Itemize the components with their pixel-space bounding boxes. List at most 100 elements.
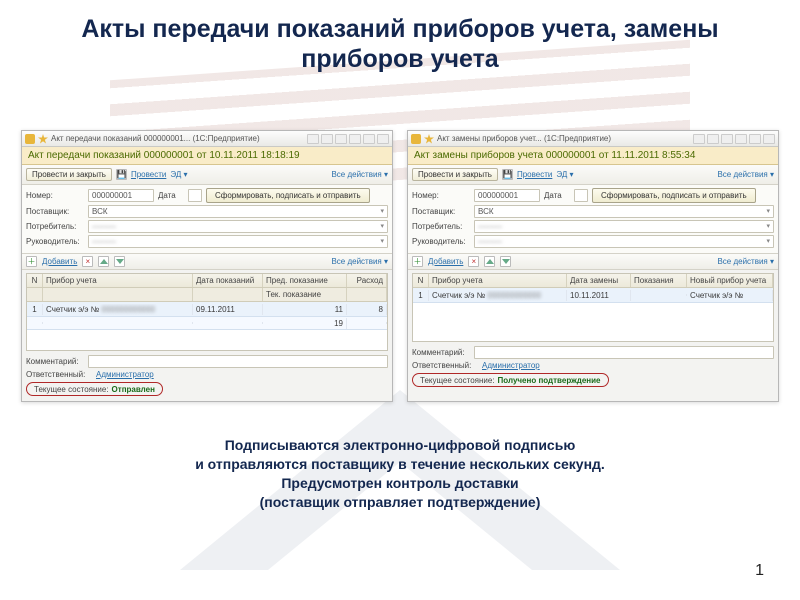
process-and-close-button[interactable]: Провести и закрыть	[412, 168, 498, 181]
grid-toolbar: ＋ Добавить × Все действия ▾	[22, 253, 392, 270]
manager-field[interactable]: ———	[88, 235, 388, 248]
process-and-close-button[interactable]: Провести и закрыть	[26, 168, 112, 181]
manager-field[interactable]: ———	[474, 235, 774, 248]
win-close-icon[interactable]	[377, 134, 389, 144]
responsible-link[interactable]: Администратор	[482, 361, 540, 370]
delete-row-icon[interactable]: ×	[468, 256, 479, 267]
cell-readings	[631, 294, 687, 296]
label-number: Номер:	[412, 191, 470, 200]
label-responsible: Ответственный:	[412, 361, 478, 370]
supplier-field[interactable]: ВСК	[474, 205, 774, 218]
status-badge: Текущее состояние: Отправлен	[26, 382, 163, 396]
col-readings: Показания	[631, 274, 687, 287]
col-new-device: Новый прибор учета	[687, 274, 773, 287]
consumer-field[interactable]: ———	[474, 220, 774, 233]
process-link[interactable]: Провести	[131, 170, 166, 179]
label-consumer: Потребитель:	[412, 222, 470, 231]
move-up-icon[interactable]	[98, 256, 109, 267]
window-title: Акт передачи показаний 000000001... (1С:…	[51, 134, 304, 143]
nav-back-icon[interactable]	[25, 134, 35, 144]
label-responsible: Ответственный:	[26, 370, 92, 379]
save-icon[interactable]: 💾	[116, 169, 127, 180]
grid-all-actions[interactable]: Все действия ▾	[331, 257, 388, 266]
grid-toolbar: ＋ Добавить × Все действия ▾	[408, 253, 778, 270]
all-actions-menu[interactable]: Все действия ▾	[331, 170, 388, 179]
replace-grid: N Прибор учета Дата замены Показания Нов…	[412, 273, 774, 342]
win-btn-icon[interactable]	[307, 134, 319, 144]
date-field[interactable]	[574, 189, 588, 202]
form-footer: Комментарий: Ответственный: Администрато…	[408, 342, 778, 392]
col-n: N	[413, 274, 429, 287]
cell-date: 09.11.2011	[193, 304, 263, 315]
delete-row-icon[interactable]: ×	[82, 256, 93, 267]
ed-menu[interactable]: ЭД ▾	[556, 170, 573, 179]
document-title: Акт замены приборов учета 000000001 от 1…	[414, 150, 772, 161]
win-btn-icon[interactable]	[335, 134, 347, 144]
number-field[interactable]: 000000001	[88, 189, 154, 202]
label-supplier: Поставщик:	[412, 207, 470, 216]
add-row-link[interactable]: Добавить	[42, 257, 77, 266]
add-row-link[interactable]: Добавить	[428, 257, 463, 266]
favorite-icon[interactable]	[38, 134, 48, 144]
comment-field[interactable]	[474, 346, 774, 359]
document-header: Акт передачи показаний 000000001 от 10.1…	[22, 147, 392, 165]
win-maximize-icon[interactable]	[363, 134, 375, 144]
win-minimize-icon[interactable]	[735, 134, 747, 144]
col-n: N	[27, 274, 43, 287]
sign-and-send-button[interactable]: Сформировать, подписать и отправить	[206, 188, 370, 203]
cell-cons: 8	[347, 304, 387, 315]
label-date: Дата	[544, 191, 570, 200]
label-consumer: Потребитель:	[26, 222, 84, 231]
titlebar: Акт замены приборов учет... (1С:Предприя…	[408, 131, 778, 147]
ed-menu[interactable]: ЭД ▾	[170, 170, 187, 179]
nav-back-icon[interactable]	[411, 134, 421, 144]
cell-device: Счетчик э/э № 000000000000	[429, 290, 567, 301]
document-header: Акт замены приборов учета 000000001 от 1…	[408, 147, 778, 165]
number-field[interactable]: 000000001	[474, 189, 540, 202]
add-row-icon[interactable]: ＋	[412, 256, 423, 267]
table-row[interactable]: 19	[27, 317, 387, 330]
form-fields: Номер: 000000001 Дата Сформировать, подп…	[408, 185, 778, 253]
process-link[interactable]: Провести	[517, 170, 552, 179]
win-btn-icon[interactable]	[321, 134, 333, 144]
cell-n: 1	[413, 290, 429, 301]
page-number: 1	[755, 562, 764, 580]
table-row[interactable]: 1 Счетчик э/э № 000000000000 10.11.2011 …	[413, 288, 773, 303]
label-manager: Руководитель:	[412, 237, 470, 246]
supplier-field[interactable]: ВСК	[88, 205, 388, 218]
all-actions-menu[interactable]: Все действия ▾	[717, 170, 774, 179]
grid-all-actions[interactable]: Все действия ▾	[717, 257, 774, 266]
col-replace-date: Дата замены	[567, 274, 631, 287]
label-date: Дата	[158, 191, 184, 200]
cell-n: 1	[27, 304, 43, 315]
table-row[interactable]: 1 Счетчик э/э № 000000000000 09.11.2011 …	[27, 302, 387, 317]
win-minimize-icon[interactable]	[349, 134, 361, 144]
label-manager: Руководитель:	[26, 237, 84, 246]
readings-grid: N Прибор учета Дата показаний Пред. пока…	[26, 273, 388, 351]
command-bar: Провести и закрыть 💾 Провести ЭД ▾ Все д…	[22, 165, 392, 185]
move-down-icon[interactable]	[114, 256, 125, 267]
win-btn-icon[interactable]	[693, 134, 705, 144]
comment-field[interactable]	[88, 355, 388, 368]
command-bar: Провести и закрыть 💾 Провести ЭД ▾ Все д…	[408, 165, 778, 185]
col-date: Дата показаний	[193, 274, 263, 287]
sign-and-send-button[interactable]: Сформировать, подписать и отправить	[592, 188, 756, 203]
favorite-icon[interactable]	[424, 134, 434, 144]
slide-caption: Подписываются электронно-цифровой подпис…	[0, 402, 800, 512]
win-btn-icon[interactable]	[707, 134, 719, 144]
window-transfer-act: Акт передачи показаний 000000001... (1С:…	[21, 130, 393, 402]
save-icon[interactable]: 💾	[502, 169, 513, 180]
move-up-icon[interactable]	[484, 256, 495, 267]
win-maximize-icon[interactable]	[749, 134, 761, 144]
responsible-link[interactable]: Администратор	[96, 370, 154, 379]
date-field[interactable]	[188, 189, 202, 202]
cell-cur: 19	[263, 318, 347, 329]
consumer-field[interactable]: ———	[88, 220, 388, 233]
win-close-icon[interactable]	[763, 134, 775, 144]
titlebar: Акт передачи показаний 000000001... (1С:…	[22, 131, 392, 147]
move-down-icon[interactable]	[500, 256, 511, 267]
add-row-icon[interactable]: ＋	[26, 256, 37, 267]
document-title: Акт передачи показаний 000000001 от 10.1…	[28, 150, 386, 161]
win-btn-icon[interactable]	[721, 134, 733, 144]
form-fields: Номер: 000000001 Дата Сформировать, подп…	[22, 185, 392, 253]
